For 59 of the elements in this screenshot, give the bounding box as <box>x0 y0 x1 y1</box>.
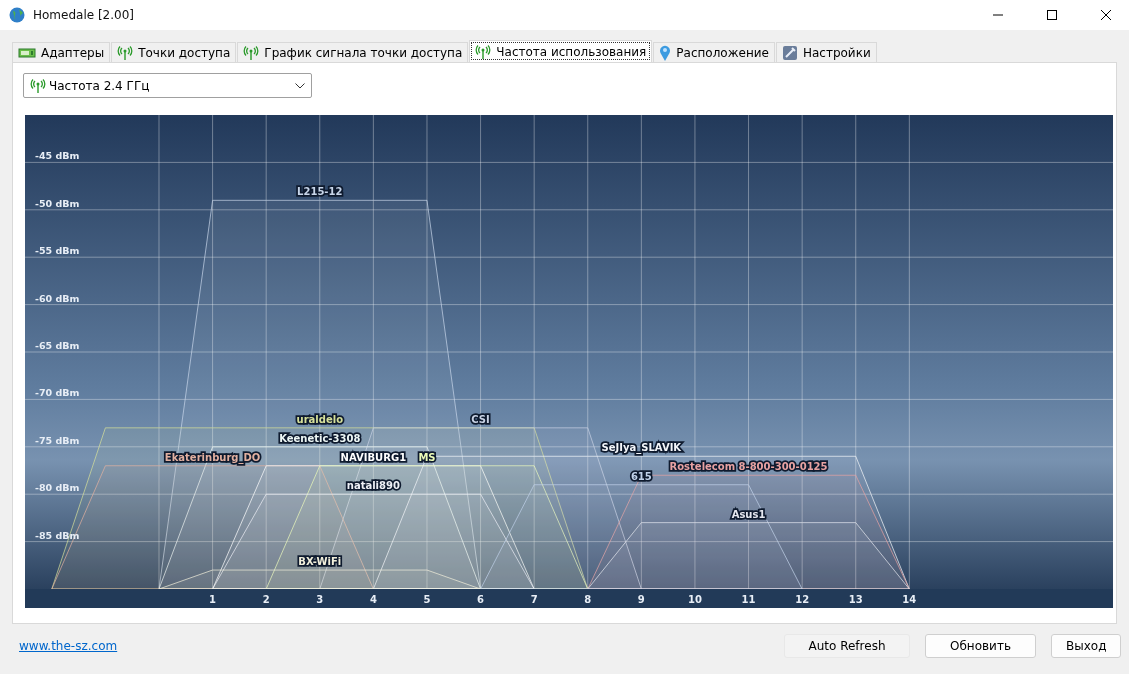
website-link[interactable]: www.the-sz.com <box>19 639 769 653</box>
axis-tick-label: 5 <box>423 594 431 605</box>
axis-tick-label: 13 <box>848 594 863 605</box>
network-label: SeJIya_SLAVIK <box>601 442 682 454</box>
network-label: Ekaterinburg_DO <box>164 451 261 463</box>
network-label: MS <box>418 451 436 463</box>
footer-button[interactable]: Обновить <box>925 634 1036 658</box>
footer-button[interactable]: Auto Refresh <box>784 634 910 658</box>
globe-icon <box>9 7 25 23</box>
band-dropdown[interactable]: Частота 2.4 ГГц <box>23 73 312 98</box>
close-icon <box>1101 10 1111 20</box>
tab[interactable]: График сигнала точки доступа <box>237 42 469 62</box>
tab[interactable]: Точки доступа <box>111 42 237 62</box>
chevron-down-icon <box>295 82 305 89</box>
axis-tick-label: -80 dBm <box>35 482 80 494</box>
antenna-icon <box>30 78 46 93</box>
axis-tick-label: 14 <box>902 594 917 605</box>
maximize-icon <box>1047 10 1057 20</box>
axis-tick-label: -50 dBm <box>35 197 80 209</box>
tools-icon <box>781 44 798 61</box>
network-label: BX-WiFi <box>298 556 342 568</box>
axis-tick-label: 4 <box>369 594 377 605</box>
axis-tick-label: -45 dBm <box>35 150 80 162</box>
axis-tick-label: 11 <box>741 594 756 605</box>
network-label: L215-12 <box>297 186 343 198</box>
network-label: CSI <box>471 413 490 425</box>
axis-tick-label: 7 <box>530 594 538 605</box>
axis-tick-label: -85 dBm <box>35 529 80 541</box>
antenna-icon <box>475 44 492 59</box>
axis-tick-label: 9 <box>637 594 645 605</box>
axis-tick-label: 12 <box>795 594 810 605</box>
axis-tick-label: -70 dBm <box>35 387 80 399</box>
network-label: NAVIBURG1 <box>340 451 407 463</box>
window-title: Homedale [2.00] <box>33 8 136 22</box>
tab[interactable]: Расположение <box>653 42 775 62</box>
axis-tick-label: -75 dBm <box>35 434 80 446</box>
axis-tick-label: 10 <box>688 594 702 605</box>
antenna-icon <box>243 45 260 60</box>
axis-tick-label: 3 <box>316 594 324 605</box>
map-pin-icon <box>659 44 672 61</box>
tab[interactable]: Настройки <box>775 42 877 62</box>
tab[interactable]: Частота использования <box>469 40 653 62</box>
network-label: uraldelo <box>296 413 343 425</box>
axis-tick-label: 1 <box>209 594 217 605</box>
antenna-icon <box>117 45 134 60</box>
axis-tick-label: -65 dBm <box>35 340 80 351</box>
network-label: Keenetic-3308 <box>279 432 361 444</box>
footer-button[interactable]: Выход <box>1051 634 1121 658</box>
network-label: Rostelecom 8-800-300-0125 <box>669 461 828 473</box>
network-label: 615 <box>630 470 652 482</box>
tab[interactable]: Адаптеры <box>12 42 111 62</box>
axis-tick-label: -60 dBm <box>35 292 80 304</box>
network-label: natali890 <box>346 480 400 492</box>
network-label: Asus1 <box>731 508 766 520</box>
axis-tick-label: 6 <box>477 594 485 605</box>
network-card-icon <box>18 46 36 59</box>
axis-tick-label: -55 dBm <box>35 245 80 257</box>
axis-tick-label: 2 <box>262 594 270 605</box>
axis-tick-label: 8 <box>584 594 592 605</box>
